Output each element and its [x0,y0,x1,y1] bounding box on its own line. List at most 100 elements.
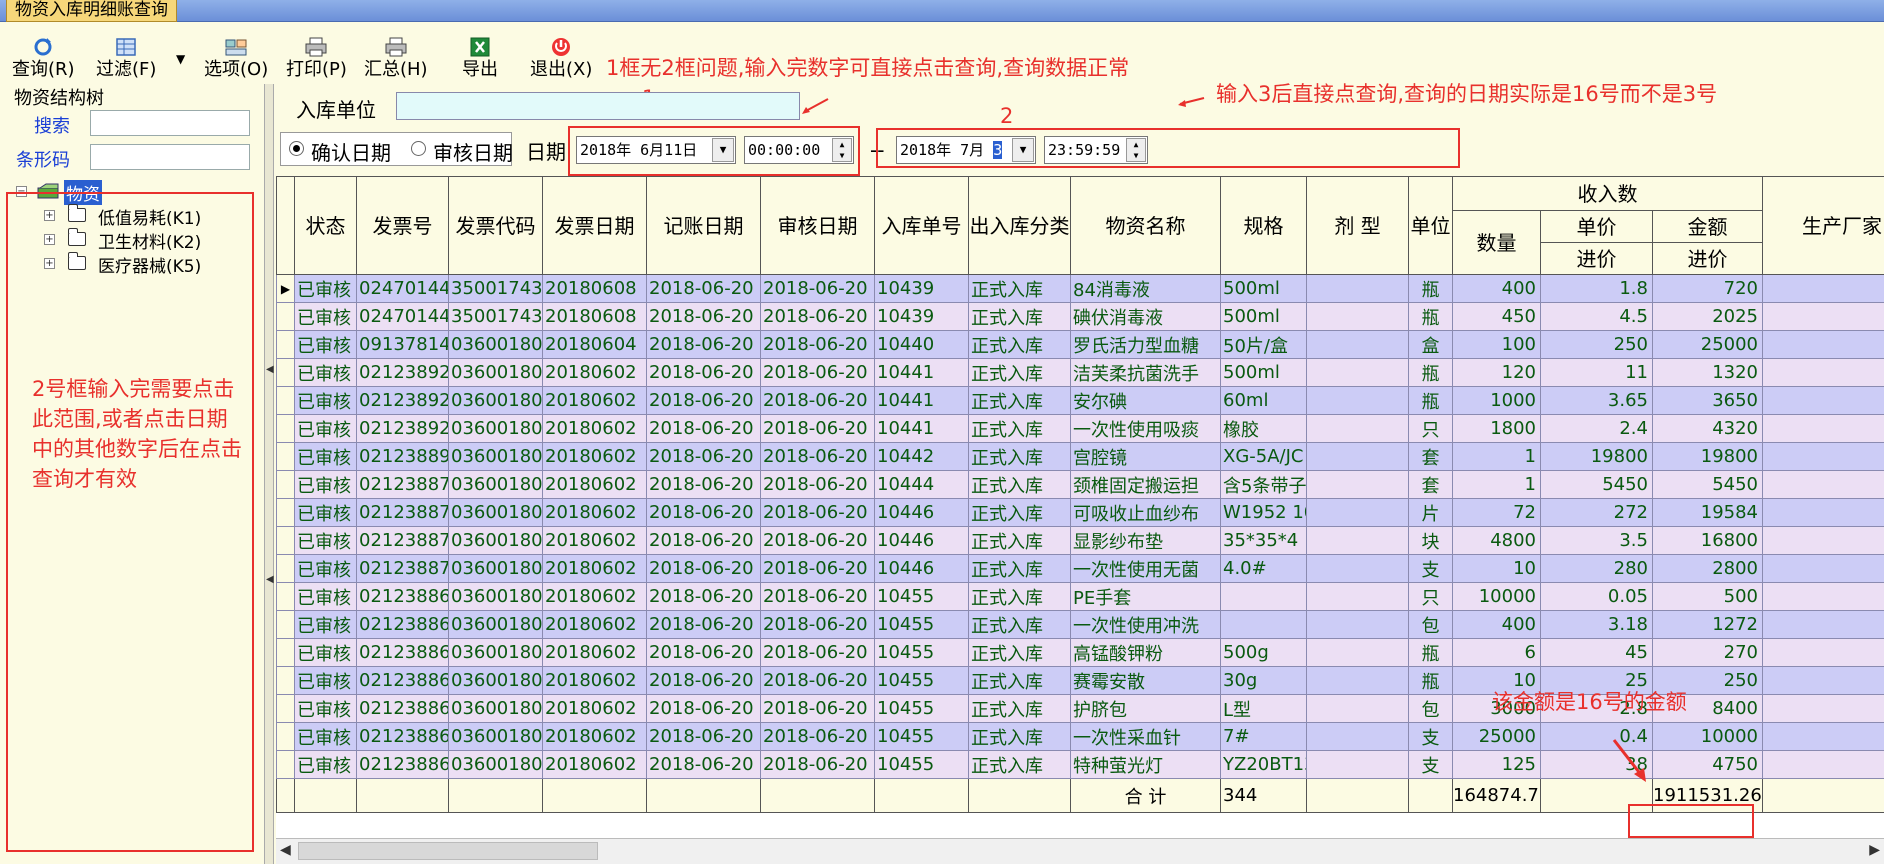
table-cell[interactable]: 正式入库 [968,498,1071,527]
table-cell[interactable] [1306,666,1409,695]
table-cell[interactable] [1306,498,1409,527]
row-indicator[interactable] [276,386,295,415]
table-cell[interactable]: 10455 [874,666,969,695]
table-cell[interactable]: 10 [1452,554,1541,583]
table-cell[interactable]: L型 [1220,694,1307,723]
table-cell[interactable]: 20180602 [542,386,647,415]
table-cell[interactable]: 已审核 [294,750,357,779]
table-cell[interactable]: 500ml [1220,358,1307,387]
table-row[interactable]: 已审核 02470144 35001743 20180608 2018-06-20 201… [276,302,1884,331]
table-cell[interactable]: 10441 [874,358,969,387]
table-cell[interactable]: 正式入库 [968,330,1071,359]
row-indicator[interactable] [276,330,295,359]
table-cell[interactable]: 4.0# [1220,554,1307,583]
table-cell-maker[interactable] [1762,666,1884,695]
table-cell[interactable]: 03600180 [448,386,543,415]
header-audit-date[interactable]: 审核日期 [760,176,875,275]
table-cell[interactable] [1306,582,1409,611]
table-cell[interactable]: 02123892 [356,386,449,415]
table-cell[interactable]: 2018-06-20 [646,414,761,443]
table-cell[interactable] [1306,610,1409,639]
scroll-left-icon[interactable]: ◀ [280,842,291,858]
table-cell[interactable]: 60ml [1220,386,1307,415]
table-cell[interactable]: 高锰酸钾粉 [1070,638,1221,667]
table-cell[interactable]: 已审核 [294,358,357,387]
table-cell[interactable]: 2018-06-20 [646,610,761,639]
header-invoice-code[interactable]: 发票代码 [448,176,543,275]
table-cell[interactable]: 2018-06-20 [760,358,875,387]
table-cell[interactable]: 03600180 [448,638,543,667]
search-input[interactable] [90,110,250,136]
table-cell[interactable]: 正式入库 [968,722,1071,751]
table-cell[interactable]: 03600180 [448,358,543,387]
radio-confirm-date[interactable] [289,141,304,156]
table-row[interactable]: 已审核 02123886 03600180 20180602 2018-06-20 201… [276,582,1884,611]
row-indicator[interactable] [276,554,295,583]
table-cell[interactable]: 20180602 [542,442,647,471]
header-in-no[interactable]: 入库单号 [874,176,969,275]
table-cell[interactable]: 500 [1651,582,1764,611]
table-cell[interactable]: 已审核 [294,498,357,527]
table-cell[interactable]: 只 [1408,582,1453,611]
table-cell[interactable] [1306,386,1409,415]
table-cell[interactable]: 20180602 [542,582,647,611]
table-cell[interactable]: 20180602 [542,498,647,527]
export-button[interactable]: 导出 [462,36,498,80]
table-cell[interactable]: 特种萤光灯 [1070,750,1221,779]
table-cell-maker[interactable] [1762,498,1884,527]
table-cell[interactable]: 2018-06-20 [760,638,875,667]
table-cell[interactable]: 瓶 [1408,638,1453,667]
table-cell[interactable]: 02123886 [356,666,449,695]
table-cell[interactable]: 1320 [1651,358,1764,387]
table-cell[interactable]: 瓶 [1408,358,1453,387]
table-cell-maker[interactable] [1762,302,1884,331]
table-cell[interactable]: 1.8 [1540,274,1653,303]
table-cell[interactable]: 正式入库 [968,302,1071,331]
table-cell[interactable]: 10441 [874,386,969,415]
table-cell[interactable]: 03600180 [448,610,543,639]
table-cell[interactable]: 10442 [874,442,969,471]
table-cell[interactable]: 20180604 [542,330,647,359]
table-cell[interactable]: 20180602 [542,638,647,667]
table-cell[interactable]: 30g [1220,666,1307,695]
table-cell[interactable] [1306,722,1409,751]
row-indicator[interactable] [276,750,295,779]
table-cell[interactable]: 280 [1540,554,1653,583]
table-row[interactable]: 已审核 02123886 03600180 20180602 2018-06-20 201… [276,610,1884,639]
table-cell[interactable]: PE手套 [1070,582,1221,611]
current-row-indicator-icon[interactable]: ▶ [276,274,295,303]
table-cell-maker[interactable] [1762,358,1884,387]
table-cell[interactable]: 03600180 [448,470,543,499]
header-status[interactable]: 状态 [294,176,357,275]
radio-confirm-label[interactable]: 确认日期 [311,137,391,166]
table-row[interactable]: 已审核 02123887 03600180 20180602 2018-06-20 201… [276,498,1884,527]
table-cell[interactable] [1306,358,1409,387]
table-cell[interactable]: 03600180 [448,330,543,359]
table-cell[interactable]: 2018-06-20 [646,666,761,695]
table-row[interactable]: 已审核 02123887 03600180 20180602 2018-06-20 201… [276,554,1884,583]
table-cell[interactable]: 2018-06-20 [646,470,761,499]
table-cell[interactable]: 09137814 [356,330,449,359]
table-cell[interactable] [1220,582,1307,611]
table-cell[interactable]: 已审核 [294,330,357,359]
table-cell[interactable]: 1 [1452,470,1541,499]
table-cell[interactable]: 500ml [1220,274,1307,303]
table-cell[interactable]: 20180602 [542,694,647,723]
table-row[interactable]: 已审核 02123886 03600180 20180602 2018-06-20 201… [276,638,1884,667]
table-cell-maker[interactable] [1762,526,1884,555]
table-cell[interactable]: 45 [1540,638,1653,667]
table-cell[interactable]: 正式入库 [968,414,1071,443]
table-cell[interactable]: 03600180 [448,694,543,723]
row-indicator[interactable] [276,302,295,331]
table-row[interactable]: 已审核 02123887 03600180 20180602 2018-06-20 201… [276,470,1884,499]
table-cell[interactable]: 已审核 [294,582,357,611]
table-cell[interactable] [1306,414,1409,443]
table-cell[interactable]: 2018-06-20 [760,526,875,555]
table-cell[interactable]: 已审核 [294,274,357,303]
table-cell[interactable]: 5450 [1540,470,1653,499]
table-cell[interactable]: 包 [1408,694,1453,723]
table-cell[interactable]: 2018-06-20 [760,274,875,303]
table-cell[interactable]: 显影纱布垫 [1070,526,1221,555]
table-cell[interactable]: 2018-06-20 [760,694,875,723]
table-cell[interactable]: 正式入库 [968,750,1071,779]
